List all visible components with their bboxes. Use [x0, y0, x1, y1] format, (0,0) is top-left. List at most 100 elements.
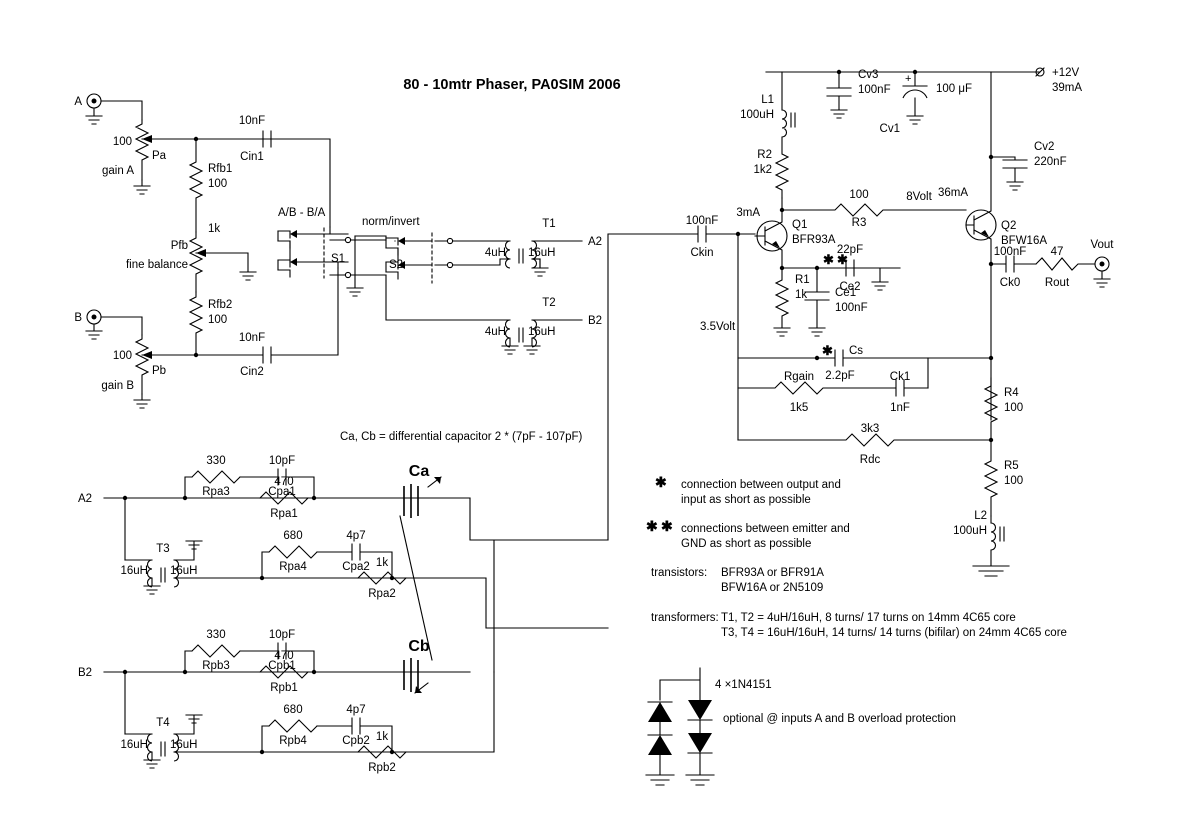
t4-ref: T4	[156, 717, 170, 729]
ck1-value: 1nF	[890, 402, 910, 414]
rpb4-ref: Rpb4	[279, 735, 307, 747]
s2-label: norm/invert	[362, 216, 420, 228]
ground-symbol	[133, 393, 151, 409]
capacitor-ck0	[990, 255, 1037, 273]
ground-symbol	[173, 540, 203, 561]
l1-core	[790, 112, 796, 128]
rpb2-ref: Rpb2	[368, 762, 396, 774]
rpb1-ref: Rpb1	[270, 682, 298, 694]
cin1-ref: Cin1	[240, 151, 264, 163]
r5-value: 100	[1004, 475, 1023, 487]
diode-network-wiring	[659, 667, 701, 701]
t2-output-label: B2	[588, 315, 602, 327]
cs-ref: Cs	[849, 345, 863, 357]
inductor-l1	[781, 109, 788, 138]
resistor-rpb3	[191, 644, 241, 658]
cpa1-value: 10pF	[269, 455, 295, 467]
page-title: 80 - 10mtr Phaser, PA0SIM 2006	[403, 77, 620, 93]
cv1-polarity: +	[905, 73, 911, 85]
cap-note: Ca, Cb = differential capacitor 2 * (7pF…	[340, 431, 583, 443]
t2-primary-value: 4uH	[485, 326, 506, 338]
s1-contact[interactable]	[344, 271, 352, 279]
rpa2-value: 1k	[376, 557, 388, 569]
r2-ref: R2	[757, 149, 772, 161]
rpb2-value: 1k	[376, 731, 388, 743]
junction	[182, 669, 188, 675]
t1-core	[518, 248, 524, 264]
star-marker: ✱	[661, 518, 673, 534]
cv3-value: 100nF	[858, 84, 891, 96]
t4-core	[160, 741, 166, 757]
phase-a-input-label: A2	[78, 493, 92, 505]
junction	[122, 495, 128, 501]
ground-symbol	[1006, 181, 1024, 191]
cpb2-ref: Cpb2	[342, 735, 370, 747]
pb-ref: Pb	[152, 365, 166, 377]
q2-ref: Q2	[1001, 220, 1016, 232]
ground-symbol	[523, 337, 541, 355]
resistor-rfb1	[188, 138, 204, 233]
cb-label: Cb	[408, 638, 430, 655]
cv1-ref: Cv1	[880, 123, 900, 135]
t2-core	[518, 327, 524, 343]
l1-value: 100uH	[740, 109, 774, 121]
pfb-ref: Pfb	[171, 240, 188, 252]
resistor-r5	[983, 439, 999, 517]
potentiometer-pb	[134, 334, 150, 395]
junction	[311, 495, 317, 501]
cin2-ref: Cin2	[240, 366, 264, 378]
l2-core	[999, 526, 1005, 542]
supply-label: +12V	[1052, 67, 1080, 79]
pfb-value: 1k	[208, 223, 220, 235]
node-8v-label: 8Volt	[906, 191, 932, 203]
capacitor-cv2	[990, 156, 1028, 183]
t4-primary	[146, 733, 153, 762]
rpa3-ref: Rpa3	[202, 486, 230, 498]
junction	[988, 355, 994, 361]
t4-primary-value: 16uH	[121, 739, 149, 751]
pfb-note: fine balance	[126, 259, 188, 271]
ckin-value: 100nF	[686, 215, 719, 227]
junction	[259, 749, 265, 755]
ck0-ref: Ck0	[1000, 277, 1020, 289]
vout-label: Vout	[1090, 239, 1114, 251]
ck1-ref: Ck1	[890, 371, 910, 383]
ground-symbol	[972, 549, 1010, 577]
ground-symbol	[143, 751, 161, 769]
ground-symbol	[143, 577, 161, 595]
cpa2-value: 4p7	[346, 530, 365, 542]
junction	[389, 575, 395, 581]
s2-ref: S2	[389, 259, 403, 271]
rout-ref: Rout	[1045, 277, 1070, 289]
resistor-rpa4	[268, 545, 318, 559]
pa-value: 100	[113, 136, 132, 148]
rout-value: 47	[1051, 246, 1064, 258]
capacitor-cv3	[826, 71, 852, 111]
s1-contact[interactable]	[344, 236, 352, 244]
phase-b-input-label: B2	[78, 667, 92, 679]
ground-symbol	[501, 337, 519, 355]
rdc-value: 3k3	[861, 423, 880, 435]
t2-secondary-value: 16uH	[528, 326, 556, 338]
l2-value: 100uH	[953, 525, 987, 537]
star-marker: ✱	[646, 518, 658, 534]
resistor-r1	[774, 267, 790, 329]
cpb1-ref: Cpb1	[268, 660, 296, 672]
rpb3-ref: Rpb3	[202, 660, 230, 672]
t1-secondary-value: 16uH	[528, 247, 556, 259]
t3-secondary-value: 16uH	[170, 565, 198, 577]
rdc-ref: Rdc	[860, 454, 881, 466]
r5-ref: R5	[1004, 460, 1019, 472]
t3-ref: T3	[156, 543, 169, 555]
rfb1-ref: Rfb1	[208, 163, 232, 175]
cv1-value: 100 μF	[936, 83, 972, 95]
s2-contact[interactable]	[446, 261, 454, 269]
resistor-rdc	[737, 433, 992, 447]
s2-contact[interactable]	[446, 237, 454, 245]
ground-symbol	[1093, 270, 1111, 288]
t1-ref: T1	[542, 218, 555, 230]
rpa4-ref: Rpa4	[279, 561, 307, 573]
ground-symbol	[830, 109, 848, 119]
s1-label: A/B - B/A	[278, 207, 326, 219]
note-star2-line2: GND as short as possible	[681, 538, 811, 550]
